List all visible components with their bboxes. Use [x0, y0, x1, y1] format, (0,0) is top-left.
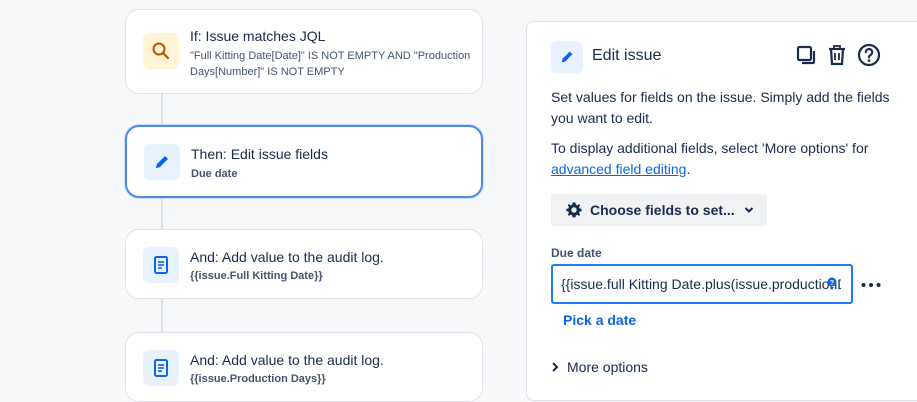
help-icon[interactable] — [856, 42, 882, 68]
flow-connector — [161, 197, 163, 230]
flow-connector — [161, 298, 163, 333]
card-title: Then: Edit issue fields — [191, 146, 328, 162]
flow-card-edit-issue[interactable]: Then: Edit issue fields Due date — [125, 125, 483, 198]
delete-icon[interactable] — [824, 42, 850, 68]
chevron-down-icon — [744, 205, 754, 215]
more-options-toggle[interactable]: More options — [551, 359, 648, 375]
pencil-icon — [144, 144, 180, 180]
edit-issue-panel: Edit issue Set values for fields on the … — [526, 21, 917, 401]
more-actions-icon[interactable] — [860, 276, 882, 299]
more-info-text: To display additional fields, select 'Mo… — [551, 140, 869, 156]
flow-card-audit-log[interactable]: And: Add value to the audit log. {{issue… — [125, 229, 483, 299]
choose-fields-button[interactable]: Choose fields to set... — [551, 194, 767, 226]
panel-description: Set values for fields on the issue. Simp… — [551, 89, 890, 126]
due-date-label: Due date — [551, 246, 602, 260]
panel-more-info: To display additional fields, select 'Mo… — [551, 138, 901, 180]
card-title: And: Add value to the audit log. — [190, 352, 384, 368]
due-date-input[interactable] — [553, 266, 851, 302]
card-subtitle: {{issue.Production Days}} — [190, 373, 326, 385]
copy-icon[interactable] — [793, 42, 819, 68]
pick-date-button[interactable]: Pick a date — [563, 312, 636, 328]
cursor-help-icon: ? — [826, 277, 838, 296]
more-options-label: More options — [567, 359, 648, 375]
panel-title: Edit issue — [592, 47, 662, 64]
gear-icon — [565, 201, 583, 219]
flow-card-condition[interactable]: If: Issue matches JQL "Full Kitting Date… — [125, 9, 483, 94]
chevron-right-icon — [551, 362, 559, 372]
card-subtitle: {{issue.Full Kitting Date}} — [190, 270, 323, 282]
flow-card-audit-log[interactable]: And: Add value to the audit log. {{issue… — [125, 332, 483, 402]
choose-fields-label: Choose fields to set... — [590, 202, 735, 218]
card-title: And: Add value to the audit log. — [190, 249, 384, 265]
pencil-icon — [551, 41, 583, 73]
due-date-field[interactable] — [551, 264, 853, 304]
flow-connector — [161, 93, 163, 126]
card-title: If: Issue matches JQL — [190, 28, 326, 44]
svg-text:?: ? — [830, 280, 834, 287]
document-icon — [143, 247, 179, 283]
card-subtitle: "Full Kitting Date[Date]" IS NOT EMPTY A… — [190, 50, 471, 78]
search-icon — [143, 33, 179, 69]
document-icon — [143, 350, 179, 386]
card-subtitle: Due date — [191, 168, 238, 180]
more-info-suffix: . — [686, 161, 691, 177]
advanced-field-editing-link[interactable]: advanced field editing — [551, 161, 686, 177]
